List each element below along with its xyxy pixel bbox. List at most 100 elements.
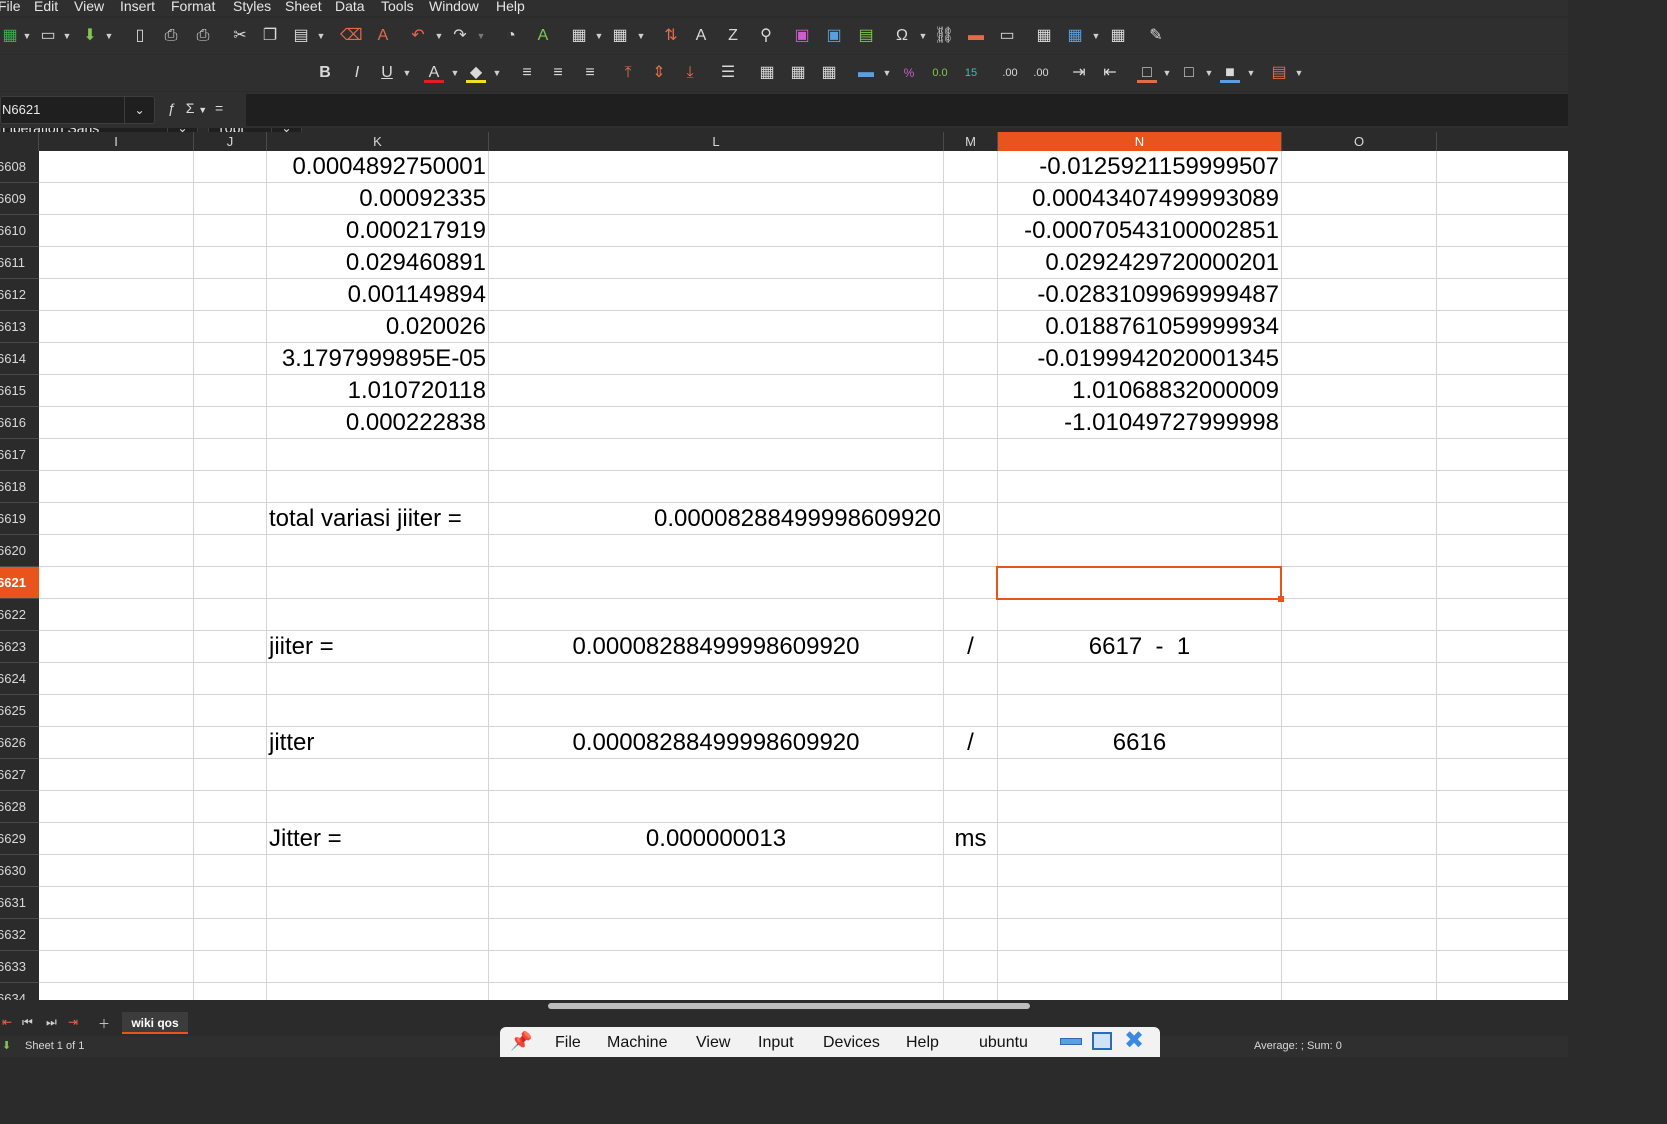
print-icon[interactable]: ⎙: [161, 26, 181, 46]
conditional-format-icon[interactable]: ▤: [1269, 63, 1289, 83]
row-header-6621[interactable]: 6621: [0, 567, 39, 599]
cell-n6610[interactable]: -0.00070543100002851: [998, 215, 1281, 247]
row-header-6609[interactable]: 6609: [0, 183, 39, 215]
pivot-table-icon[interactable]: ▤: [856, 26, 876, 46]
cell-k6609[interactable]: 0.00092335: [267, 183, 488, 215]
cell-l6623[interactable]: 0.00008288499998609920: [489, 631, 943, 663]
bold-icon[interactable]: B: [315, 63, 335, 83]
pin-icon[interactable]: 📌: [510, 1031, 532, 1052]
row-header-6630[interactable]: 6630: [0, 855, 39, 887]
close-icon[interactable]: ✖: [1124, 1029, 1144, 1053]
merge-center-icon[interactable]: ▦: [788, 63, 808, 83]
vbox-menu-view[interactable]: View: [696, 1034, 730, 1052]
menu-file[interactable]: File: [0, 0, 21, 14]
chevron-down-icon[interactable]: ▼: [1204, 63, 1214, 83]
chevron-down-icon[interactable]: ▼: [450, 63, 460, 83]
cell-cursor-n6621[interactable]: [996, 566, 1282, 600]
function-wizard-icon[interactable]: ƒ: [168, 100, 176, 116]
restore-icon[interactable]: [1092, 1032, 1112, 1050]
chevron-down-icon[interactable]: ▼: [476, 26, 486, 46]
border-style-icon[interactable]: □: [1179, 63, 1199, 83]
chevron-down-icon[interactable]: ▼: [1294, 63, 1304, 83]
cell-n6616[interactable]: -1.01049727999998: [998, 407, 1281, 439]
row-header-6629[interactable]: 6629: [0, 823, 39, 855]
currency-format-icon[interactable]: ▬: [856, 63, 876, 83]
row-header-6615[interactable]: 6615: [0, 375, 39, 407]
chevron-down-icon[interactable]: ▼: [882, 63, 892, 83]
cell-k6610[interactable]: 0.000217919: [267, 215, 488, 247]
freeze-rows-icon[interactable]: ▦: [1065, 26, 1085, 46]
row-header-6610[interactable]: 6610: [0, 215, 39, 247]
sort-icon[interactable]: ⇅: [661, 26, 681, 46]
unmerge-cells-icon[interactable]: ▦: [819, 63, 839, 83]
chevron-down-icon[interactable]: ▼: [316, 26, 326, 46]
insert-chart-icon[interactable]: ▣: [824, 26, 844, 46]
row-header-6622[interactable]: 6622: [0, 599, 39, 631]
chevron-down-icon[interactable]: ▼: [918, 26, 928, 46]
cell-l6626[interactable]: 0.00008288499998609920: [489, 727, 943, 759]
cell-n6613[interactable]: 0.0188761059999934: [998, 311, 1281, 343]
row-header-6623[interactable]: 6623: [0, 631, 39, 663]
add-sheet-icon[interactable]: ＋: [98, 1015, 110, 1032]
next-sheet-icon[interactable]: ⏭: [46, 1015, 57, 1030]
cell-n6611[interactable]: 0.0292429720000201: [998, 247, 1281, 279]
chevron-down-icon[interactable]: ▼: [636, 26, 646, 46]
menu-help[interactable]: Help: [496, 0, 525, 14]
export-pdf-icon[interactable]: ▯: [130, 26, 150, 46]
column-header-j[interactable]: J: [194, 132, 267, 151]
align-center-icon[interactable]: ≡: [548, 63, 568, 83]
horizontal-scrollbar[interactable]: [0, 1000, 1568, 1012]
selection-summary[interactable]: Average: ; Sum: 0: [1254, 1036, 1342, 1057]
row-header-6619[interactable]: 6619: [0, 503, 39, 535]
cell-n6626[interactable]: 6616: [998, 727, 1281, 759]
number-format-icon[interactable]: 0.0: [930, 63, 950, 83]
comment-icon[interactable]: ▬: [966, 26, 986, 46]
clone-formatting-icon[interactable]: ⌫: [340, 26, 363, 46]
last-sheet-icon[interactable]: ⇥: [68, 1015, 78, 1029]
row-header-6618[interactable]: 6618: [0, 471, 39, 503]
cell-k6616[interactable]: 0.000222838: [267, 407, 488, 439]
cell-k6613[interactable]: 0.020026: [267, 311, 488, 343]
define-print-area-icon[interactable]: ▦: [1034, 26, 1054, 46]
cell-n6614[interactable]: -0.0199942020001345: [998, 343, 1281, 375]
cell-k6623[interactable]: jiiter =: [267, 631, 488, 663]
cell-k6619[interactable]: total variasi jiiter =: [267, 503, 488, 535]
fill-handle[interactable]: [1278, 596, 1284, 602]
scrollbar-thumb[interactable]: [548, 1003, 1030, 1009]
vbox-menu-help[interactable]: Help: [906, 1034, 939, 1052]
new-document-icon[interactable]: ▦: [0, 26, 20, 46]
sheet-tab-wiki-qos[interactable]: wiki qos: [122, 1012, 188, 1034]
italic-icon[interactable]: I: [347, 63, 367, 83]
cell-k6626[interactable]: jitter: [267, 727, 488, 759]
row-header-6613[interactable]: 6613: [0, 311, 39, 343]
chevron-down-icon[interactable]: ▼: [1246, 63, 1256, 83]
row-icon[interactable]: ▦: [569, 26, 589, 46]
vbox-menu-input[interactable]: Input: [758, 1034, 794, 1052]
chevron-down-icon[interactable]: ▼: [22, 26, 32, 46]
minimize-icon[interactable]: [1060, 1038, 1082, 1045]
cell-m6629[interactable]: ms: [944, 823, 997, 855]
autofilter-icon[interactable]: ⚲: [756, 26, 776, 46]
increase-indent-icon[interactable]: ⇥: [1069, 63, 1089, 83]
cut-icon[interactable]: ✂: [230, 26, 250, 46]
formula-icon[interactable]: =: [215, 100, 223, 116]
cell-l6629[interactable]: 0.000000013: [489, 823, 943, 855]
cell-l6619[interactable]: 0.00008288499998609920: [489, 503, 943, 535]
menu-data[interactable]: Data: [335, 0, 365, 14]
chevron-down-icon[interactable]: ▼: [492, 63, 502, 83]
menu-edit[interactable]: Edit: [34, 0, 58, 14]
row-header-6634[interactable]: 6634: [0, 983, 39, 1000]
row-header-6612[interactable]: 6612: [0, 279, 39, 311]
row-header-6611[interactable]: 6611: [0, 247, 39, 279]
undo-icon[interactable]: ↶: [408, 26, 428, 46]
row-header-6616[interactable]: 6616: [0, 407, 39, 439]
cell-k6615[interactable]: 1.010720118: [267, 375, 488, 407]
chevron-down-icon[interactable]: ⌄: [124, 97, 154, 123]
cell-k6629[interactable]: Jitter =: [267, 823, 488, 855]
borders-icon[interactable]: □: [1137, 63, 1157, 83]
sum-icon[interactable]: Σ: [186, 100, 195, 116]
copy-icon[interactable]: ❐: [260, 26, 280, 46]
add-decimal-icon[interactable]: .00: [1000, 63, 1020, 83]
paste-icon[interactable]: ▤: [291, 26, 311, 46]
hyperlink-icon[interactable]: ⛓: [934, 26, 954, 46]
